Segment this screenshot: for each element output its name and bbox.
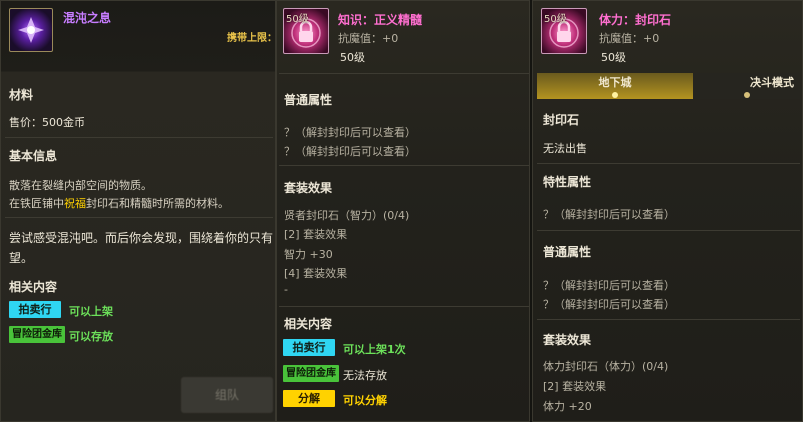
item-name: 体力：封印石 [599, 13, 672, 27]
tab-pvp[interactable]: 决斗模式 [693, 73, 800, 99]
set-2-effect: [2] 套装效果 [284, 228, 348, 241]
guild-vault-tag: 冒险团金库 [283, 365, 339, 382]
dismantle-status: 可以分解 [343, 394, 387, 407]
item-tooltip-justice-essence: 50级 知识：正义精髓 抗魔值：+0 50级 普通属性 ？（解封封印后可以查看）… [276, 0, 530, 422]
guild-vault-status: 无法存放 [343, 369, 387, 382]
item-tooltip-vitality-seal: 50级 体力：封印石 抗魔值：+0 50级 地下城 决斗模式 封印石 无法出售 … [532, 0, 803, 422]
divider [537, 319, 800, 320]
item-name: 混沌之息 [63, 11, 112, 25]
common-stat-1: ？（解封封印后可以查看） [543, 279, 675, 292]
common-stat-2: ？（解封封印后可以查看） [284, 145, 416, 158]
cannot-sell: 无法出售 [543, 142, 587, 155]
common-stats-header: 普通属性 [543, 245, 592, 259]
level-badge: 50级 [544, 14, 567, 25]
dismantle-tag: 分解 [283, 390, 335, 407]
tab-pvp-label: 决斗模式 [750, 76, 794, 89]
related-content-header: 相关内容 [284, 317, 333, 331]
flavor-text-line-1: 尝试感受混沌吧。而后你会发现，围绕着你的只有 [9, 231, 274, 245]
description-line-2: 在铁匠铺中祝福封印石和精髓时所需的材料。 [9, 195, 229, 211]
tab-dungeon[interactable]: 地下城 [537, 73, 693, 99]
divider [537, 230, 800, 231]
guild-vault-status: 可以存放 [69, 330, 113, 343]
related-content-header: 相关内容 [9, 280, 58, 294]
party-button[interactable]: 组队 [181, 377, 273, 413]
auction-status: 可以上架1次 [343, 343, 406, 356]
set-name: 贤者封印石（智力）(0/4) [284, 209, 410, 222]
divider [5, 137, 273, 138]
level-badge: 50级 [286, 14, 309, 25]
divider [537, 163, 800, 164]
set-effect-header: 套装效果 [284, 181, 333, 195]
set-4-value: - [284, 283, 288, 296]
pink-lock-seal-icon: 50级 [283, 8, 329, 54]
sell-price: 售价：500金币 [9, 116, 85, 129]
item-level: 50级 [340, 51, 365, 64]
divider [279, 73, 529, 74]
set-2-value: 体力 +20 [543, 400, 592, 413]
guild-vault-tag: 冒险团金库 [9, 326, 65, 343]
set-name: 体力封印石（体力）(0/4) [543, 360, 669, 373]
description-line-1: 散落在裂缝内部空间的物质。 [9, 179, 152, 192]
item-level: 50级 [601, 51, 626, 64]
chaos-orb-icon [9, 8, 53, 52]
divider [279, 165, 529, 166]
flavor-text-line-2: 望。 [9, 251, 34, 265]
magic-resist: 抗魔值：+0 [599, 32, 660, 45]
magic-resist: 抗魔值：+0 [338, 32, 399, 45]
common-stat-2: ？（解封封印后可以查看） [543, 298, 675, 311]
blessing-highlight: 祝福 [64, 197, 86, 210]
set-2-value: 智力 +30 [284, 248, 333, 261]
carry-limit-label: 携带上限： [227, 33, 276, 44]
auction-status: 可以上架 [69, 305, 113, 318]
mode-tabs: 地下城 决斗模式 [537, 73, 800, 99]
description-text: 封印石和精髓时所需的材料。 [86, 197, 229, 210]
common-stat-1: ？（解封封印后可以查看） [284, 126, 416, 139]
set-4-effect: [4] 套装效果 [284, 267, 348, 280]
item-type: 材料 [9, 88, 34, 102]
item-tooltip-chaos-breath: 混沌之息 携带上限： 材料 售价：500金币 基本信息 散落在裂缝内部空间的物质… [0, 0, 276, 422]
divider [5, 217, 273, 218]
pink-lock-seal-icon: 50级 [541, 8, 587, 54]
special-stats-header: 特性属性 [543, 175, 592, 189]
seal-stone-header: 封印石 [543, 113, 580, 127]
auction-house-tag: 拍卖行 [9, 301, 61, 318]
description-text: 在铁匠铺中 [9, 197, 64, 210]
set-2-effect: [2] 套装效果 [543, 380, 607, 393]
special-stat-1: ？（解封封印后可以查看） [543, 208, 675, 221]
basic-info-header: 基本信息 [9, 149, 58, 163]
common-stats-header: 普通属性 [284, 93, 333, 107]
auction-house-tag: 拍卖行 [283, 339, 335, 356]
item-name: 知识：正义精髓 [338, 13, 423, 27]
set-effect-header: 套装效果 [543, 333, 592, 347]
divider [279, 306, 529, 307]
